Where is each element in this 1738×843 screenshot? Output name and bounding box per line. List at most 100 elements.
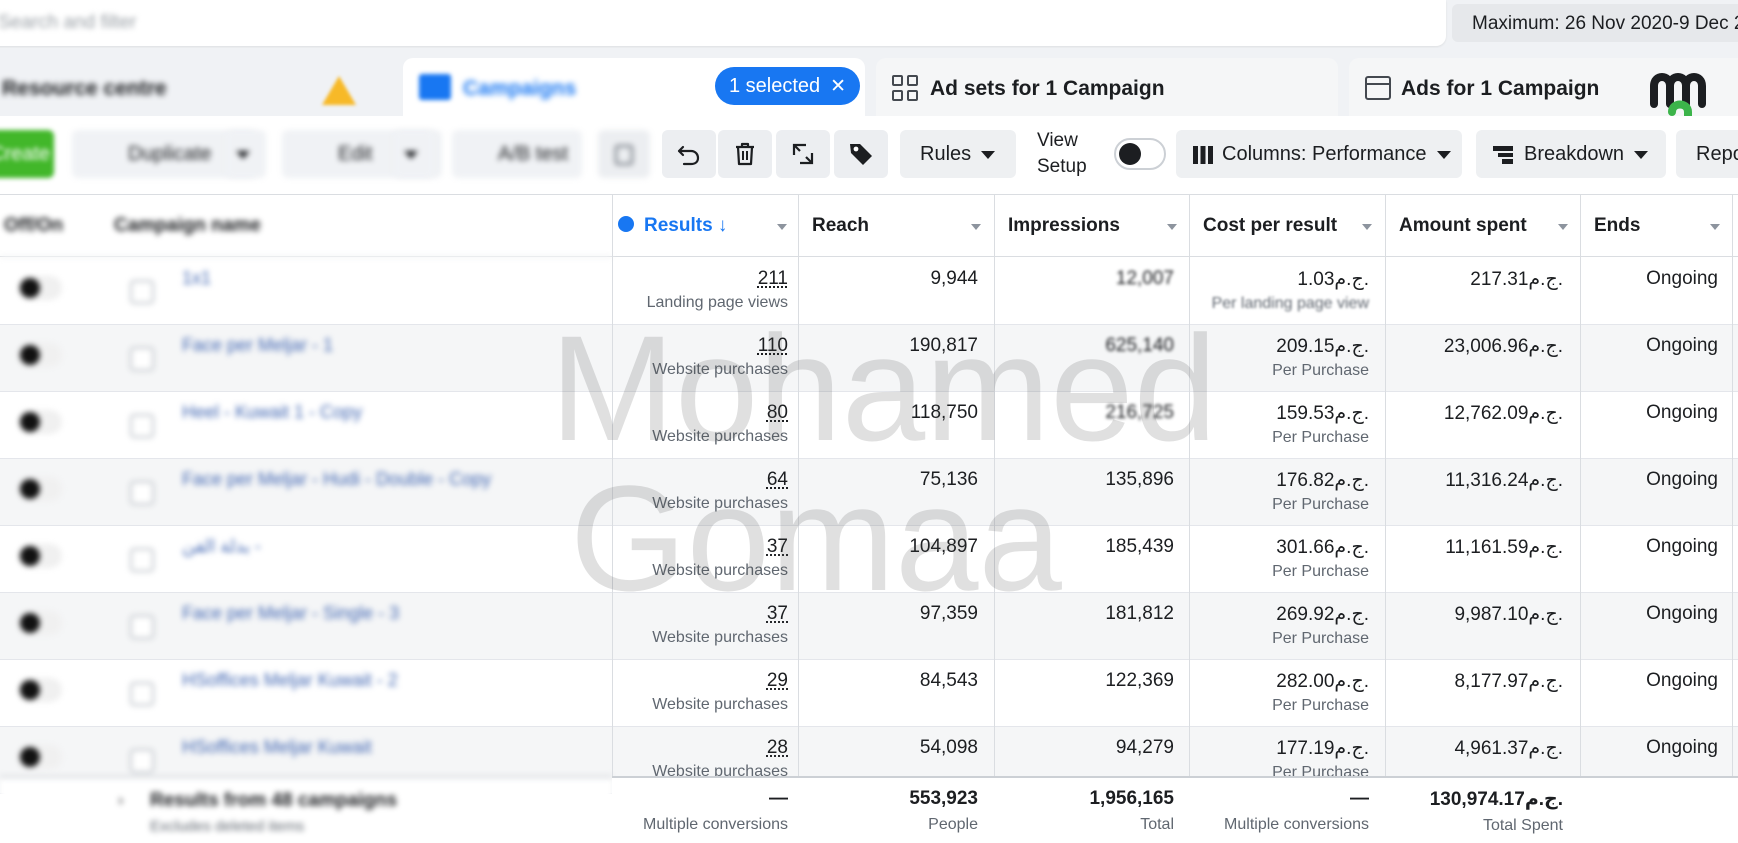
- search-filter-bar[interactable]: Search and filter: [0, 0, 1446, 46]
- delete-icon[interactable]: [718, 130, 772, 178]
- edit-label: Edit: [338, 143, 373, 165]
- view-setup-line1: View: [1037, 130, 1078, 151]
- ends-cell: Ongoing: [1646, 335, 1718, 356]
- export-icon[interactable]: [776, 130, 830, 178]
- header-off-on[interactable]: Off/On: [4, 195, 63, 257]
- tab-campaigns-label: Campaigns: [463, 77, 577, 100]
- reports-label: Reports: [1696, 143, 1738, 165]
- tag-icon[interactable]: [834, 130, 888, 178]
- tab-campaigns[interactable]: Campaigns 1 selected ✕: [403, 58, 865, 116]
- chevron-down-icon: [1634, 150, 1649, 159]
- amount-spent-cell: 12,762.09ج.م.: [1443, 403, 1563, 424]
- row-checkbox[interactable]: [130, 548, 154, 572]
- ends-caret-icon[interactable]: [1710, 224, 1720, 230]
- view-setup-label: View Setup: [1037, 128, 1087, 180]
- search-placeholder: Search and filter: [0, 12, 137, 33]
- create-button[interactable]: Create: [0, 130, 54, 178]
- results-cell: 64 Website purchases: [652, 469, 788, 512]
- col-divider: [994, 195, 995, 843]
- campaign-on-off-toggle[interactable]: [18, 410, 62, 434]
- cost-caret-icon[interactable]: [1362, 224, 1372, 230]
- row-checkbox[interactable]: [130, 615, 154, 639]
- campaign-on-off-toggle[interactable]: [18, 276, 62, 300]
- view-setup-toggle[interactable]: [1114, 138, 1166, 170]
- col-divider: [798, 195, 799, 843]
- footer-label: Results from 48 campaigns: [150, 790, 398, 811]
- impressions-cell: 625,140: [1105, 335, 1174, 356]
- header-ends[interactable]: Ends: [1594, 195, 1640, 257]
- campaign-on-off-toggle[interactable]: [18, 611, 62, 635]
- row-checkbox[interactable]: [130, 414, 154, 438]
- reach-cell: 104,897: [909, 536, 978, 557]
- campaign-name-link[interactable]: Heel - Kuwait 1 - Copy: [182, 402, 362, 423]
- reports-button[interactable]: Reports: [1676, 130, 1738, 178]
- columns-button[interactable]: Columns: Performance: [1176, 130, 1462, 178]
- duplicate-dropdown-button[interactable]: [226, 130, 266, 178]
- selected-count-pill[interactable]: 1 selected ✕: [715, 67, 861, 105]
- campaign-name-link[interactable]: Face per Meljar - Single - 3: [182, 603, 399, 624]
- row-checkbox[interactable]: [130, 481, 154, 505]
- campaign-name-link[interactable]: HSoffices Meljar Kuwait: [182, 737, 372, 758]
- campaign-on-off-toggle[interactable]: [18, 544, 62, 568]
- warning-icon: [322, 76, 356, 105]
- amount-spent-cell: 8,177.97ج.م.: [1454, 671, 1563, 692]
- cost-per-result-cell: 301.66ج.م. Per Purchase: [1272, 537, 1369, 580]
- header-amount-spent[interactable]: Amount spent: [1399, 195, 1527, 257]
- impressions-cell: 185,439: [1105, 536, 1174, 557]
- footer-expand-icon[interactable]: ›: [118, 792, 123, 810]
- row-checkbox[interactable]: [130, 347, 154, 371]
- folder-icon: [419, 74, 451, 100]
- col-divider: [1385, 195, 1386, 843]
- tab-ad-sets[interactable]: Ad sets for 1 Campaign: [876, 58, 1338, 116]
- header-cost-per-result[interactable]: Cost per result: [1203, 195, 1337, 257]
- reach-cell: 54,098: [919, 737, 978, 758]
- ab-test-label: A/B test: [498, 143, 569, 165]
- breakdown-button[interactable]: Breakdown: [1476, 130, 1666, 178]
- tab-row: Resource centre Campaigns 1 selected ✕ Ad…: [0, 48, 1738, 116]
- campaign-name-link[interactable]: HSoffices Meljar Kuwait - 2: [182, 670, 398, 691]
- row-checkbox[interactable]: [130, 749, 154, 773]
- ab-test-button[interactable]: A/B test: [452, 130, 582, 178]
- campaign-name-link[interactable]: بدلة الفن -: [182, 536, 261, 557]
- header-results[interactable]: Results ↓: [618, 195, 727, 257]
- impressions-cell: 12,007: [1115, 268, 1174, 289]
- clipboard-icon[interactable]: [598, 130, 650, 178]
- results-cell: 29 Website purchases: [652, 670, 788, 713]
- edit-dropdown-button[interactable]: [394, 130, 434, 178]
- header-campaign-name[interactable]: Campaign name: [114, 195, 261, 257]
- campaign-name-link[interactable]: Face per Meljar - Hudi - Double - Copy: [182, 469, 491, 490]
- col-divider: [1189, 195, 1190, 843]
- cost-per-result-cell: 282.00ج.م. Per Purchase: [1272, 671, 1369, 714]
- reach-caret-icon[interactable]: [971, 224, 981, 230]
- rules-button[interactable]: Rules: [900, 130, 1016, 178]
- campaign-on-off-toggle[interactable]: [18, 477, 62, 501]
- spent-caret-icon[interactable]: [1558, 224, 1568, 230]
- campaign-name-link[interactable]: Face per Meljar - 1: [182, 335, 333, 356]
- impressions-caret-icon[interactable]: [1167, 224, 1177, 230]
- campaign-on-off-toggle[interactable]: [18, 678, 62, 702]
- row-checkbox[interactable]: [130, 280, 154, 304]
- campaign-on-off-toggle[interactable]: [18, 343, 62, 367]
- results-sort-caret-icon[interactable]: [777, 224, 787, 230]
- impressions-cell: 135,896: [1105, 469, 1174, 490]
- ad-sets-grid-icon: [892, 75, 918, 101]
- date-range-picker[interactable]: Maximum: 26 Nov 2020-9 Dec 2020: [1452, 4, 1738, 42]
- cost-per-result-cell: 1.03ج.م. Per landing page view: [1211, 269, 1369, 312]
- breakdown-icon: [1493, 145, 1513, 164]
- reach-cell: 75,136: [919, 469, 978, 490]
- campaign-name-link[interactable]: 1x1: [182, 268, 211, 289]
- undo-icon[interactable]: [662, 130, 716, 178]
- toolbar: Create Duplicate Edit A/B test Rules Vie…: [0, 116, 1738, 194]
- row-checkbox[interactable]: [130, 682, 154, 706]
- tab-resource-centre[interactable]: Resource centre: [0, 58, 382, 116]
- campaign-on-off-toggle[interactable]: [18, 745, 62, 769]
- close-icon[interactable]: ✕: [830, 76, 846, 97]
- footer-reach: 553,923 People: [909, 788, 978, 833]
- results-cell: 110 Website purchases: [652, 335, 788, 378]
- header-reach[interactable]: Reach: [812, 195, 869, 257]
- header-impressions[interactable]: Impressions: [1008, 195, 1120, 257]
- reach-cell: 118,750: [910, 402, 978, 423]
- table-footer: — Multiple conversions 553,923 People 1,95…: [612, 776, 1738, 843]
- left-header: Off/On Campaign name: [0, 195, 612, 257]
- breakdown-label: Breakdown: [1524, 143, 1625, 165]
